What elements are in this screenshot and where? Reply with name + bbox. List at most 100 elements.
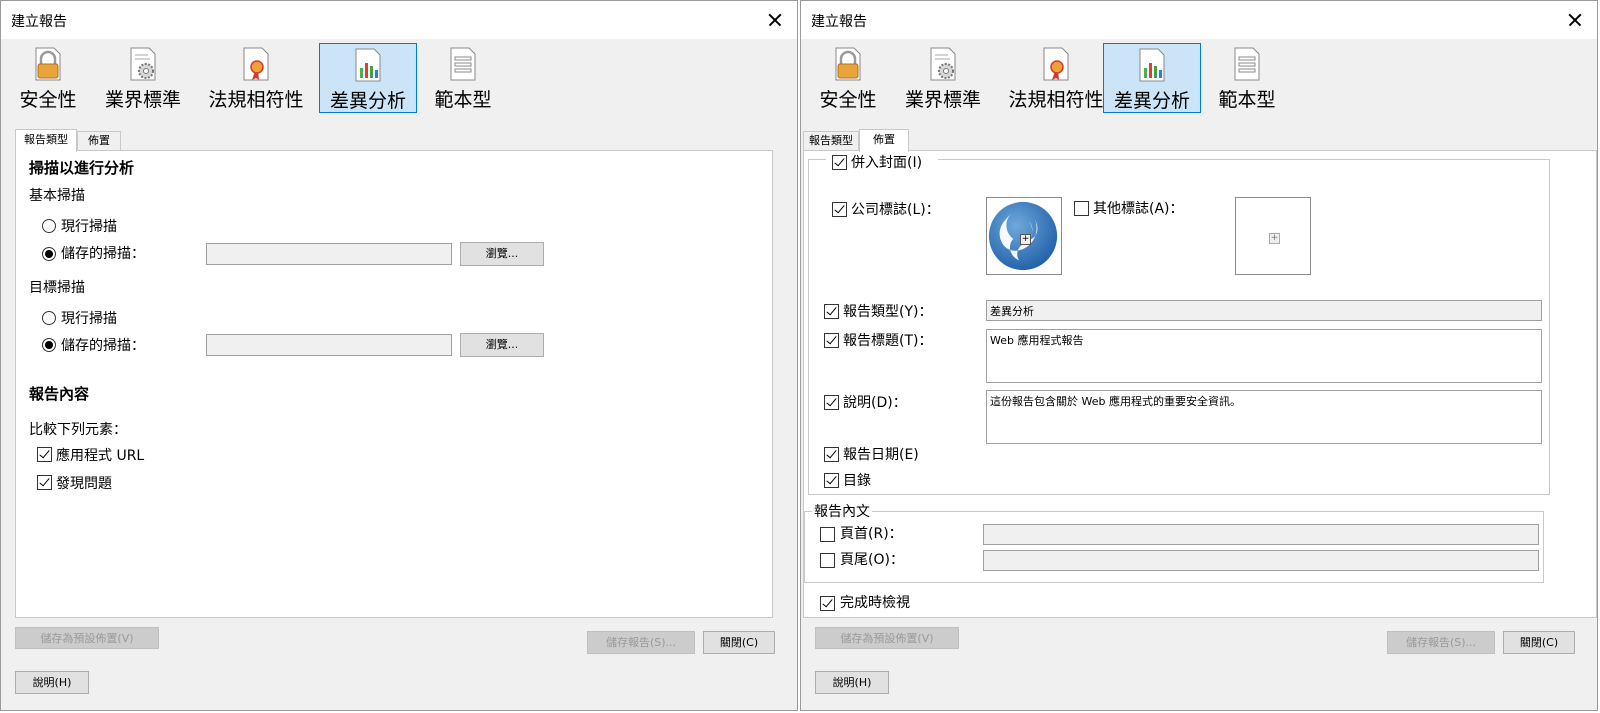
ribbon-label: 法規相符性 bbox=[208, 89, 304, 111]
header-checkbox[interactable] bbox=[820, 527, 835, 542]
target-saved-scan-input[interactable] bbox=[206, 334, 452, 356]
toc-label: 目錄 bbox=[843, 473, 871, 489]
description-checkbox[interactable] bbox=[824, 395, 839, 410]
base-current-scan-radio[interactable] bbox=[42, 219, 56, 233]
save-report-button[interactable]: 儲存報告(S)... bbox=[1387, 631, 1495, 654]
window-title: 建立報告 bbox=[811, 14, 867, 30]
ribbon-label: 業界標準 bbox=[104, 89, 181, 111]
close-icon[interactable] bbox=[1551, 1, 1597, 39]
report-content-heading: 報告內容 bbox=[29, 385, 90, 403]
chart-document-icon bbox=[355, 48, 381, 82]
tab-layout[interactable]: 佈置 bbox=[77, 131, 121, 151]
target-current-scan-radio[interactable] bbox=[42, 311, 56, 325]
template-document-icon bbox=[450, 47, 476, 81]
gear-document-icon bbox=[130, 47, 156, 81]
app-url-checkbox[interactable] bbox=[37, 447, 52, 462]
tab-report-type[interactable]: 報告類型 bbox=[15, 129, 77, 152]
report-body-group bbox=[804, 511, 1544, 583]
company-logo-label: 公司標誌(L)： bbox=[851, 202, 940, 218]
report-type-field: 差異分析 bbox=[986, 300, 1542, 321]
base-browse-button[interactable]: 瀏覽... bbox=[460, 242, 544, 266]
lock-icon bbox=[835, 47, 861, 81]
ribbon-label: 差異分析 bbox=[329, 90, 406, 112]
ribbon-delta-analysis-button[interactable]: 差異分析 bbox=[1103, 43, 1201, 113]
view-on-complete-checkbox[interactable] bbox=[820, 596, 835, 611]
found-issues-checkbox[interactable] bbox=[37, 475, 52, 490]
add-icon[interactable]: + bbox=[1020, 234, 1031, 245]
ribbon-template-button[interactable]: 範本型 bbox=[425, 43, 501, 113]
help-button[interactable]: 說明(H) bbox=[15, 671, 89, 694]
compare-elements-label: 比較下列元素： bbox=[29, 422, 127, 438]
lock-icon bbox=[35, 47, 61, 81]
template-document-icon bbox=[1234, 47, 1260, 81]
layout-panel: 併入封面(I) 公司標誌(L)： + 其他標誌(A)： + 報告類型(Y)： 差… bbox=[803, 150, 1597, 618]
save-default-layout-button[interactable]: 儲存為預設佈置(V) bbox=[815, 627, 959, 649]
ribbon-compliance-button[interactable]: 法規相符性 bbox=[201, 43, 311, 113]
window-title: 建立報告 bbox=[11, 14, 67, 30]
target-saved-scan-radio[interactable] bbox=[42, 338, 56, 352]
ribbon-label: 範本型 bbox=[1218, 89, 1276, 111]
report-type-panel: 掃描以進行分析 基本掃描 現行掃描 儲存的掃描： 瀏覽... 目標掃描 現行掃描… bbox=[15, 150, 773, 618]
report-category-ribbon: 安全性 業界標準 法規相符性 差異分析 範本型 bbox=[1, 39, 797, 119]
report-body-heading: 報告內文 bbox=[812, 501, 872, 521]
base-saved-scan-label: 儲存的掃描： bbox=[61, 246, 145, 262]
report-title-input[interactable]: Web 應用程式報告 bbox=[986, 329, 1542, 383]
footer-input[interactable] bbox=[983, 550, 1539, 571]
target-scan-heading: 目標掃描 bbox=[29, 280, 85, 296]
tab-layout[interactable]: 佈置 bbox=[859, 129, 909, 152]
close-button[interactable]: 關閉(C) bbox=[1503, 631, 1575, 654]
close-button[interactable]: 關閉(C) bbox=[703, 631, 775, 654]
target-browse-button[interactable]: 瀏覽... bbox=[460, 333, 544, 357]
description-input[interactable]: 這份報告包含關於 Web 應用程式的重要安全資訊。 bbox=[986, 390, 1542, 444]
toc-checkbox[interactable] bbox=[824, 473, 839, 488]
ribbon-label: 法規相符性 bbox=[1008, 89, 1104, 111]
gear-document-icon bbox=[930, 47, 956, 81]
title-bar: 建立報告 bbox=[1, 1, 797, 39]
ribbon-award-icon bbox=[243, 47, 269, 81]
report-date-checkbox[interactable] bbox=[824, 447, 839, 462]
ribbon-label: 範本型 bbox=[434, 89, 492, 111]
base-scan-heading: 基本掃描 bbox=[29, 188, 85, 204]
tab-report-type[interactable]: 報告類型 bbox=[803, 131, 859, 151]
ribbon-compliance-button[interactable]: 法規相符性 bbox=[1001, 43, 1111, 113]
report-type-label: 報告類型(Y)： bbox=[843, 304, 933, 320]
view-on-complete-label: 完成時檢視 bbox=[840, 595, 910, 611]
close-icon[interactable] bbox=[751, 1, 797, 39]
report-title-checkbox[interactable] bbox=[824, 333, 839, 348]
other-logo-label: 其他標誌(A)： bbox=[1093, 201, 1184, 217]
ribbon-label: 安全性 bbox=[819, 89, 877, 111]
ribbon-label: 業界標準 bbox=[904, 89, 981, 111]
description-label: 說明(D)： bbox=[843, 395, 907, 411]
header-input[interactable] bbox=[983, 524, 1539, 545]
ribbon-industry-standard-button[interactable]: 業界標準 bbox=[97, 43, 189, 113]
other-logo-checkbox[interactable] bbox=[1074, 201, 1089, 216]
ribbon-award-icon bbox=[1043, 47, 1069, 81]
report-title-label: 報告標題(T)： bbox=[843, 333, 933, 349]
ribbon-security-button[interactable]: 安全性 bbox=[809, 43, 887, 113]
include-cover-checkbox[interactable] bbox=[832, 155, 847, 170]
create-report-dialog-layout: 建立報告 安全性 業界標準 法規相符性 差異分析 範本型 報告類型 佈置 併入封… bbox=[800, 0, 1598, 711]
base-current-scan-label: 現行掃描 bbox=[61, 219, 117, 235]
help-button[interactable]: 說明(H) bbox=[815, 671, 889, 694]
report-type-checkbox[interactable] bbox=[824, 304, 839, 319]
ribbon-industry-standard-button[interactable]: 業界標準 bbox=[897, 43, 989, 113]
chart-document-icon bbox=[1139, 48, 1165, 82]
base-saved-scan-radio[interactable] bbox=[42, 247, 56, 261]
footer-checkbox[interactable] bbox=[820, 553, 835, 568]
company-logo-checkbox[interactable] bbox=[832, 202, 847, 217]
create-report-dialog-report-type: 建立報告 安全性 業界標準 法規相符性 差異分析 範本型 報告類型 佈置 掃描以… bbox=[0, 0, 798, 711]
scan-section-heading: 掃描以進行分析 bbox=[29, 159, 135, 177]
save-default-layout-button[interactable]: 儲存為預設佈置(V) bbox=[15, 627, 159, 649]
save-report-button[interactable]: 儲存報告(S)... bbox=[587, 631, 695, 654]
ribbon-security-button[interactable]: 安全性 bbox=[9, 43, 87, 113]
ribbon-delta-analysis-button[interactable]: 差異分析 bbox=[319, 43, 417, 113]
add-icon[interactable]: + bbox=[1269, 233, 1280, 244]
ribbon-label: 差異分析 bbox=[1113, 90, 1190, 112]
header-label: 頁首(R)： bbox=[840, 526, 903, 542]
ribbon-label: 安全性 bbox=[19, 89, 77, 111]
ribbon-template-button[interactable]: 範本型 bbox=[1209, 43, 1285, 113]
other-logo-picker[interactable]: + bbox=[1235, 197, 1311, 275]
found-issues-label: 發現問題 bbox=[56, 476, 112, 492]
base-saved-scan-input[interactable] bbox=[206, 243, 452, 265]
company-logo-picker[interactable]: + bbox=[986, 197, 1062, 275]
